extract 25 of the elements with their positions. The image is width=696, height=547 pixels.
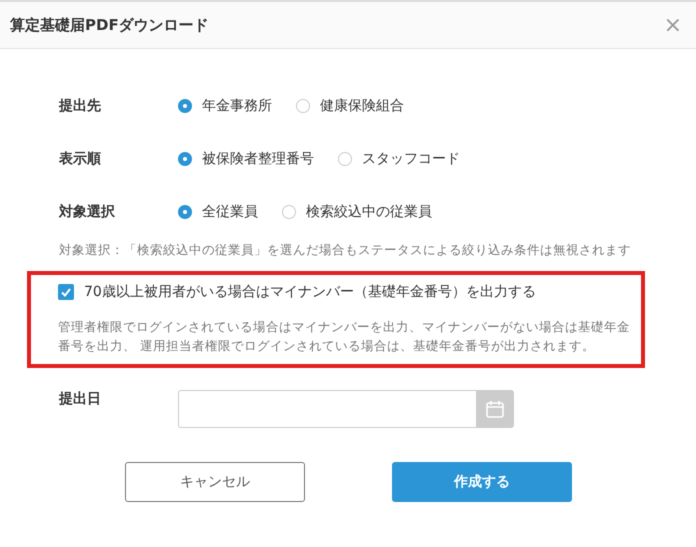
radio-option[interactable]: 被保険者整理番号 bbox=[178, 150, 314, 168]
calendar-button[interactable] bbox=[476, 390, 514, 428]
radio-option[interactable]: 年金事務所 bbox=[178, 96, 272, 114]
radio-button[interactable] bbox=[338, 152, 352, 166]
field-label: 提出先 bbox=[59, 96, 102, 114]
description-text: 管理者権限でログインされている場合はマイナンバーを出力、マイナンバーがない場合は基礎年金番号を出力、 運用担当者権限でログインされている場合は、基礎年金番号が出力されます。 bbox=[58, 318, 631, 356]
checkbox[interactable] bbox=[58, 284, 74, 300]
dialog-title: 算定基礎届PDFダウンロード bbox=[10, 16, 209, 34]
radio-button[interactable] bbox=[282, 204, 296, 218]
field-label: 表示順 bbox=[59, 150, 102, 168]
radio-option[interactable]: 全従業員 bbox=[178, 202, 258, 220]
radio-option[interactable]: スタッフコード bbox=[338, 150, 460, 168]
radio-option[interactable]: 健康保険組合 bbox=[296, 96, 404, 114]
cancel-button[interactable]: キャンセル bbox=[125, 462, 305, 502]
field-label: 対象選択 bbox=[59, 202, 116, 220]
field-label: 提出日 bbox=[59, 390, 102, 408]
radio-button[interactable] bbox=[178, 152, 192, 166]
checkbox-option[interactable]: 70歳以上被用者がいる場合はマイナンバー（基礎年金番号）を出力する bbox=[58, 283, 631, 301]
calendar-icon bbox=[485, 398, 505, 419]
radio-button[interactable] bbox=[178, 98, 192, 112]
radio-button[interactable] bbox=[178, 204, 192, 218]
radio-option[interactable]: 検索絞込中の従業員 bbox=[282, 202, 432, 220]
date-field[interactable] bbox=[178, 390, 476, 428]
note-text: 対象選択：「検索絞込中の従業員」を選んだ場合もステータスによる絞り込み条件は無視されます bbox=[59, 242, 632, 259]
radio-button[interactable] bbox=[296, 98, 310, 112]
